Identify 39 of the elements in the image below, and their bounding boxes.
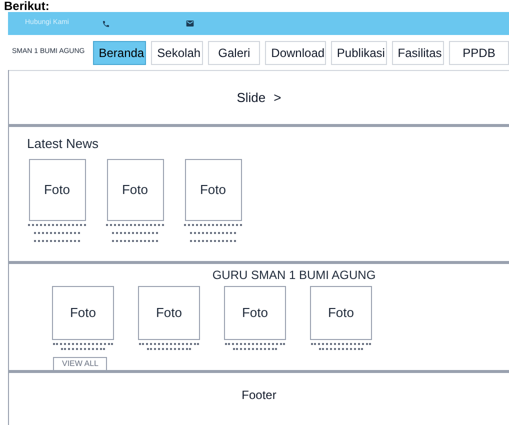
dotted-line	[112, 240, 158, 242]
caption: Berikut:	[4, 0, 50, 12]
nav-tab[interactable]: Beranda	[92, 40, 146, 64]
dotted-line	[28, 224, 86, 226]
dotted-line	[112, 232, 158, 234]
photo-label: Foto	[200, 180, 226, 199]
slide-label: Slide	[236, 88, 266, 107]
photo-label: Foto	[156, 304, 182, 322]
nav-tab[interactable]: Sekolah	[151, 40, 204, 64]
dotted-line	[106, 224, 164, 226]
photo-label: Foto	[328, 304, 354, 322]
dotted-line	[190, 240, 236, 242]
section-title: Latest News	[27, 135, 100, 153]
nav-tab[interactable]: Publikasi	[330, 40, 387, 64]
phone-icon[interactable]	[102, 20, 110, 28]
dotted-line	[34, 240, 80, 242]
view-all-button[interactable]: VIEW ALL	[53, 357, 108, 371]
nav-tab[interactable]: Galeri	[208, 40, 260, 64]
photo-label: Foto	[122, 180, 148, 199]
photo-label: Foto	[44, 180, 70, 199]
dotted-line	[139, 343, 199, 345]
photo-label: Foto	[70, 304, 96, 322]
dotted-line	[61, 348, 105, 350]
footer-label: Footer	[242, 386, 276, 404]
dotted-line	[184, 224, 242, 226]
dotted-line	[233, 348, 277, 350]
dotted-line	[190, 232, 236, 234]
dotted-line	[53, 343, 113, 345]
dotted-line	[225, 343, 285, 345]
dotted-line	[34, 232, 80, 234]
section-title: GURU SMAN 1 BUMI AGUNG	[211, 267, 377, 284]
dotted-line	[311, 343, 371, 345]
nav-tab[interactable]: PPDB	[449, 40, 509, 64]
mail-icon[interactable]	[186, 20, 194, 27]
photo-label: Foto	[242, 304, 268, 322]
dotted-line	[319, 348, 363, 350]
nav-tab[interactable]: Fasilitas	[392, 40, 444, 64]
nav-tab[interactable]: Download	[265, 40, 326, 64]
dotted-line	[147, 348, 191, 350]
